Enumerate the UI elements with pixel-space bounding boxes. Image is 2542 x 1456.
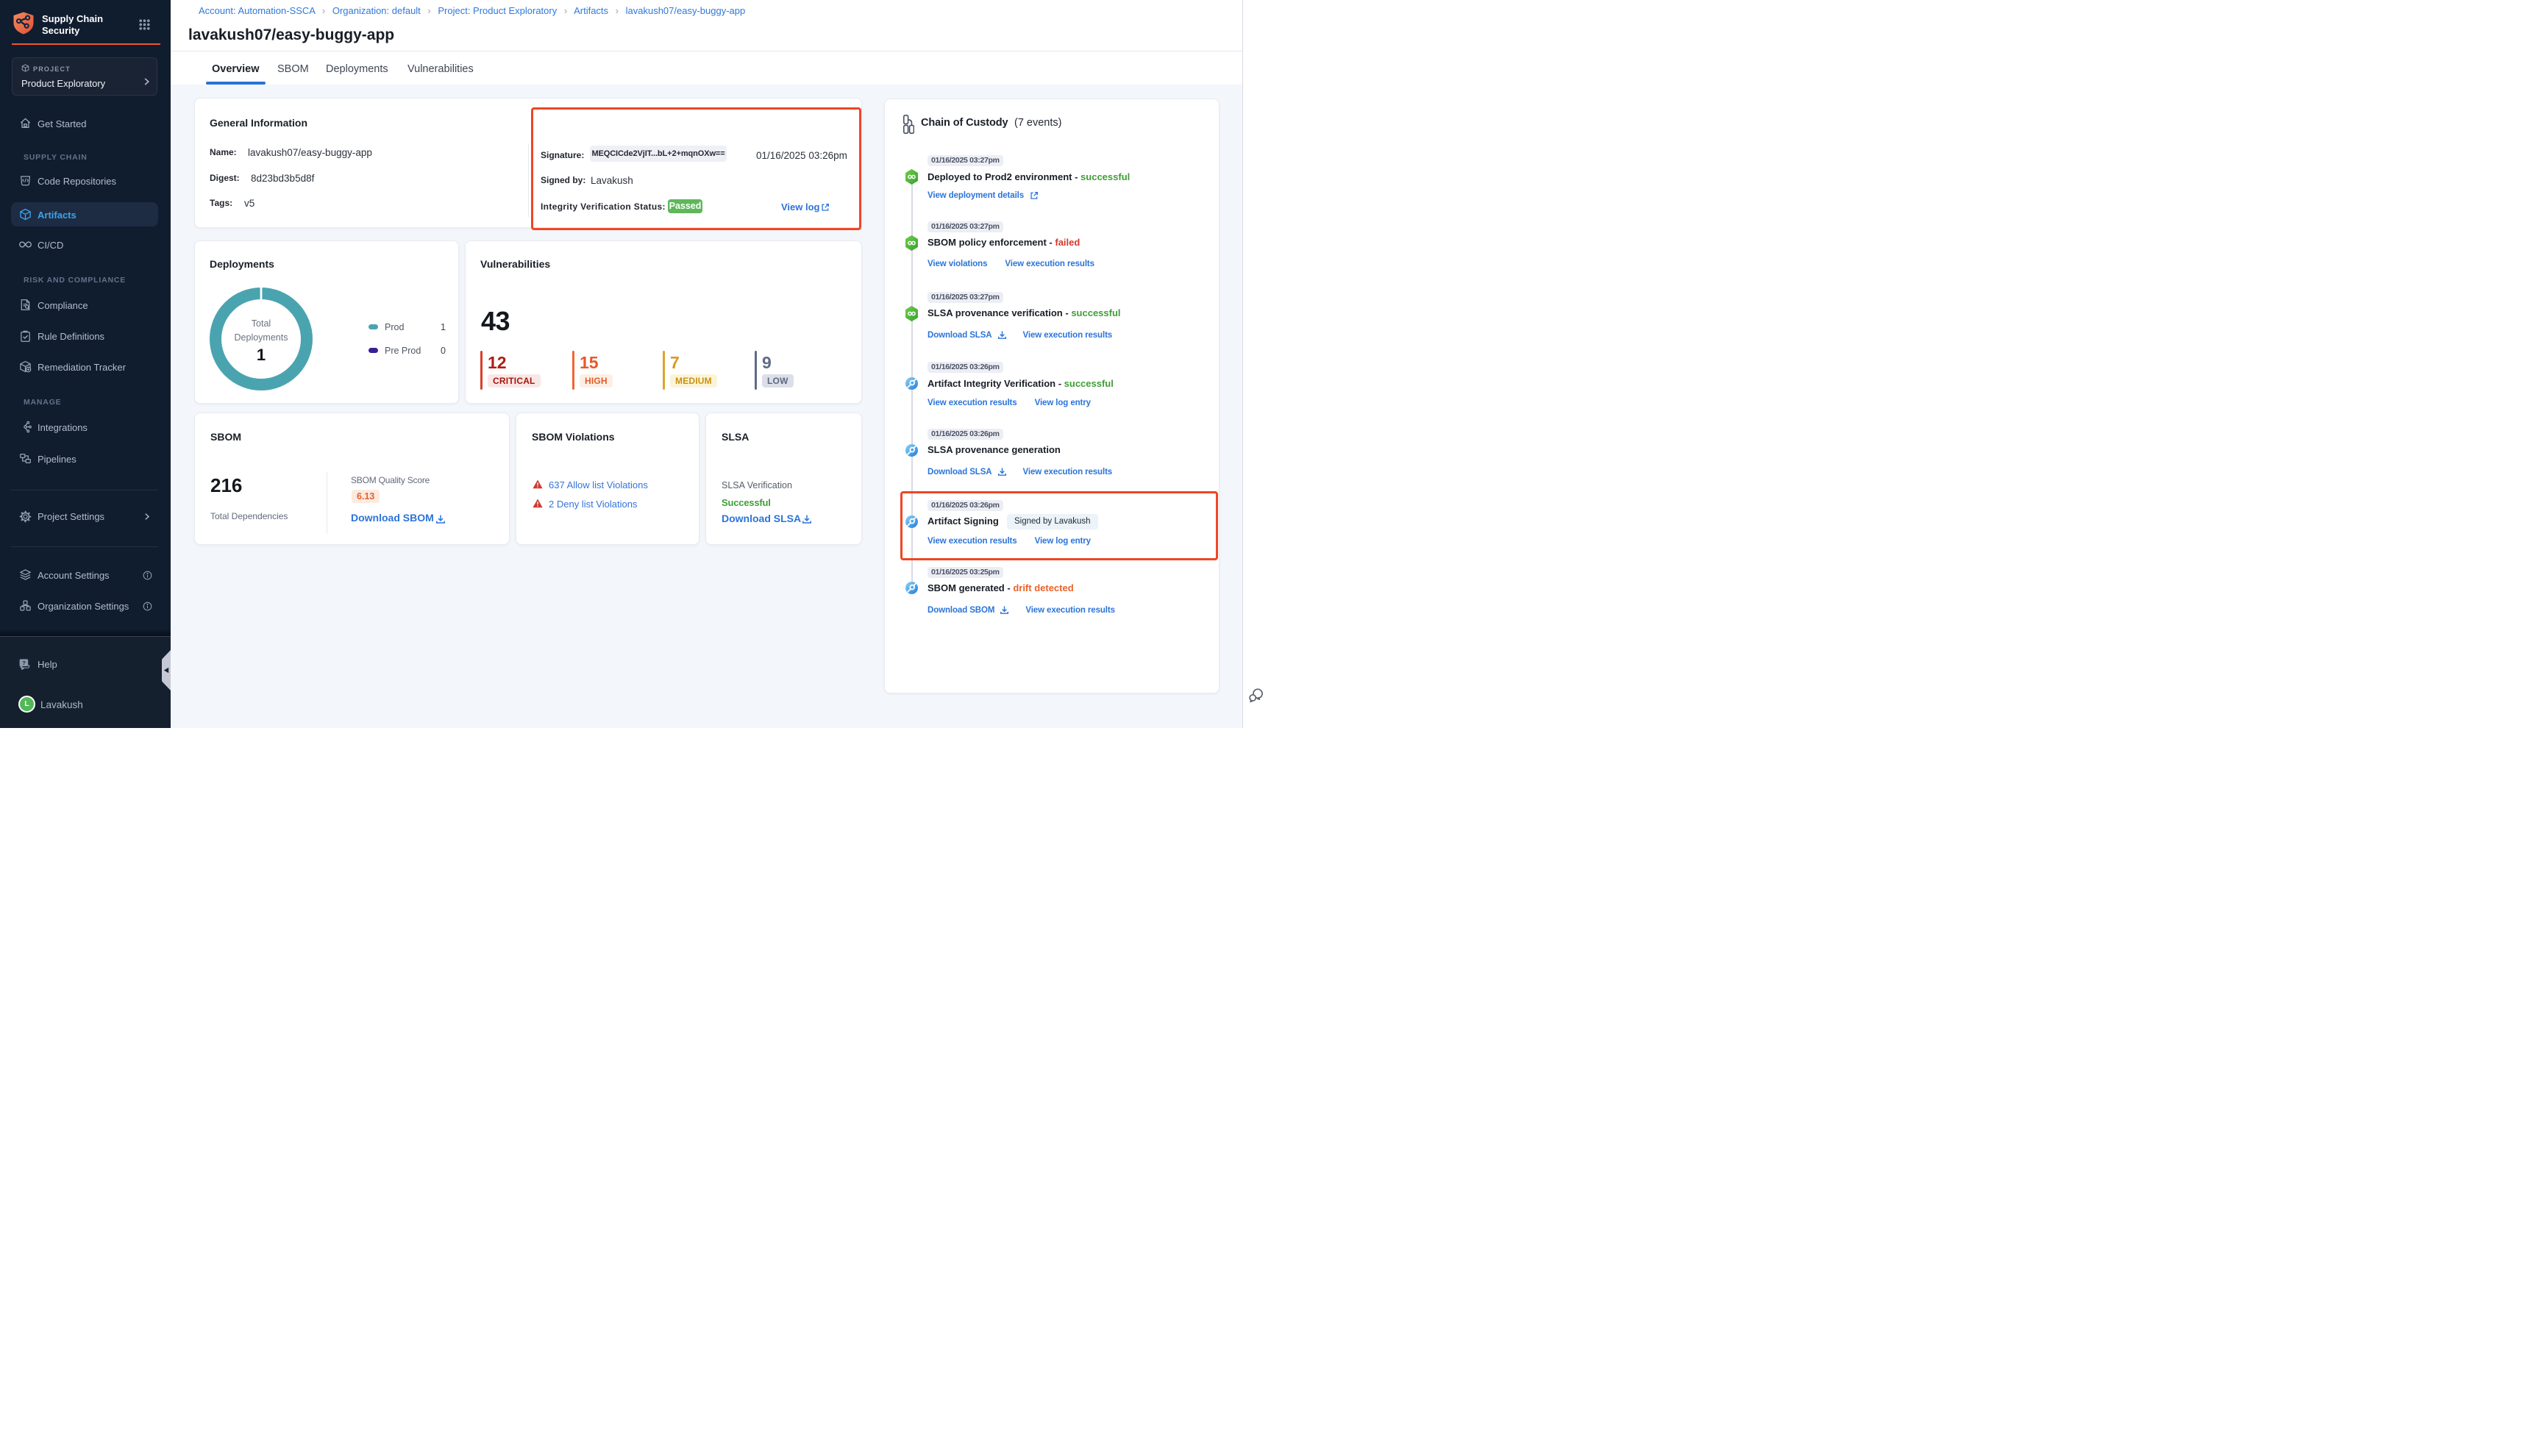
svg-text:?: ? — [22, 660, 26, 666]
